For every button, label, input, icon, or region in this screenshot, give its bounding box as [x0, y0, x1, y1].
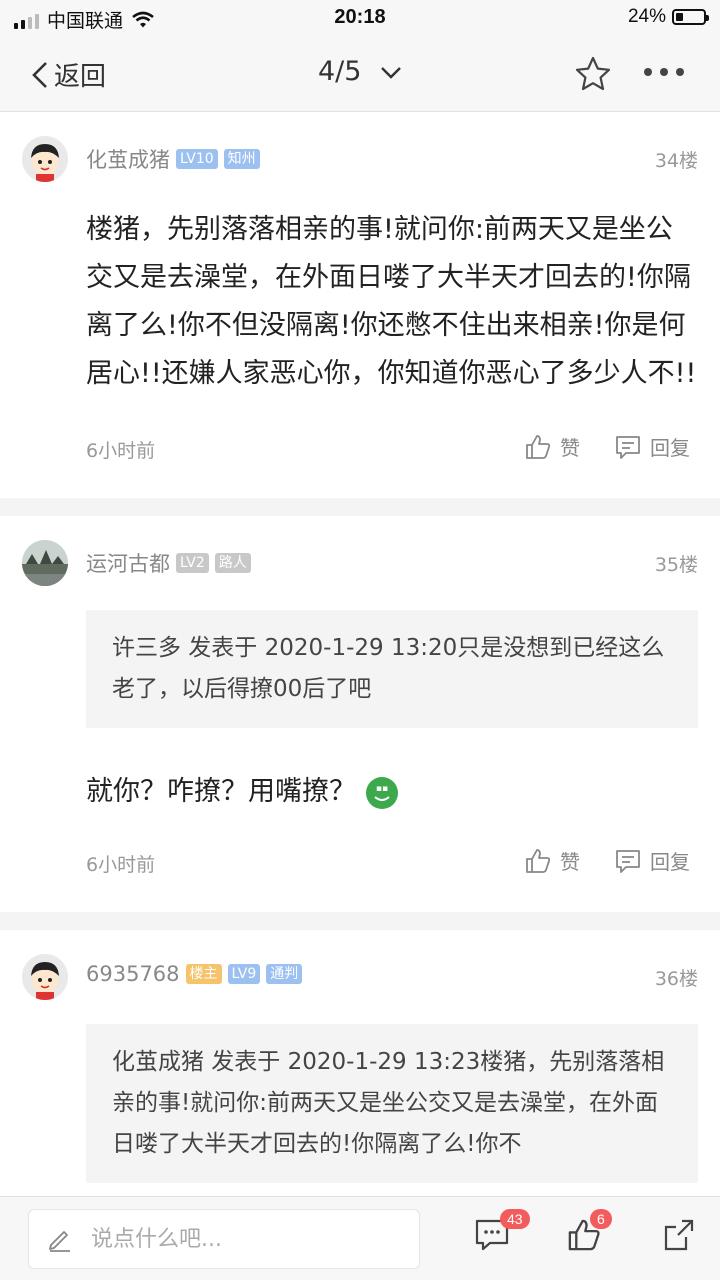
level-badge: LV9 — [227, 964, 261, 984]
reply-feed: 化茧成猪 LV10 知州 34楼 楼猪，先别落落相亲的事!就问你:前两天又是坐公… — [0, 112, 720, 1196]
comment-box[interactable] — [28, 1209, 420, 1269]
battery-percent: 24% — [627, 6, 666, 27]
like-button[interactable]: 赞 — [524, 432, 580, 461]
svg-text:▪▪: ▪▪ — [376, 784, 388, 794]
quoted-reply: 许三多 发表于 2020-1-29 13:20只是没想到已经这么老了，以后得撩0… — [86, 610, 698, 728]
level-badge: LV10 — [176, 149, 218, 169]
username[interactable]: 化茧成猪 — [86, 144, 170, 174]
title-badge: 路人 — [214, 553, 251, 573]
comment-count: 43 — [500, 1209, 530, 1229]
floor-number: 35楼 — [654, 554, 698, 576]
emoji-icon: ▪▪ — [366, 776, 398, 809]
reply-text: 就你？咋撩？用嘴撩？ — [86, 776, 356, 807]
reply-label: 回复 — [650, 436, 690, 460]
reply-content: 楼猪，先别落落相亲的事!就问你:前两天又是坐公交又是去澡堂，在外面日喽了大半天才… — [86, 214, 697, 389]
level-badge: LV2 — [176, 553, 209, 573]
post-time: 6小时前 — [86, 854, 156, 876]
title-badge: 知州 — [223, 149, 260, 169]
floor-number: 36楼 — [654, 968, 698, 990]
username[interactable]: 6935768 — [86, 962, 180, 986]
avatar[interactable] — [22, 136, 68, 182]
quoted-reply: 化茧成猪 发表于 2020-1-29 13:23楼猪，先别落落相亲的事!就问你:… — [86, 1024, 698, 1183]
reply-icon — [616, 849, 640, 873]
page-indicator: 4/5 — [317, 56, 362, 87]
status-right: 24% — [627, 6, 709, 28]
like-total-button[interactable]: 6 — [566, 1209, 612, 1257]
share-icon — [664, 1219, 694, 1251]
status-time: 20:18 — [334, 6, 386, 28]
reply-card: 6935768 楼主 LV9 通判 36楼 化茧成猪 发表于 2020-1-29… — [0, 930, 720, 1196]
like-button[interactable]: 赞 — [524, 846, 580, 875]
edit-icon — [49, 1231, 70, 1252]
title-badge: 通判 — [266, 964, 303, 984]
page-selector[interactable]: 4/5 — [0, 56, 720, 87]
bottom-bar: 43 6 — [0, 1196, 720, 1280]
like-label: 赞 — [560, 436, 580, 460]
battery-icon — [672, 9, 709, 25]
floor-number: 34楼 — [654, 150, 698, 172]
nav-bar: 返回 4/5 — [0, 36, 720, 112]
share-button[interactable] — [662, 1217, 696, 1257]
reply-label: 回复 — [650, 850, 690, 874]
reply-button[interactable]: 回复 — [614, 432, 690, 461]
like-icon — [526, 848, 551, 873]
reply-content: 就你？咋撩？用嘴撩？ ▪▪ — [22, 772, 698, 812]
dropdown-chevron-icon — [381, 66, 401, 79]
more-icon[interactable] — [644, 68, 684, 76]
like-count: 6 — [590, 1209, 612, 1229]
avatar[interactable] — [22, 954, 68, 1000]
like-label: 赞 — [560, 850, 580, 874]
like-icon — [526, 434, 551, 459]
status-bar: 中国联通 20:18 24% — [0, 0, 720, 36]
reply-card: 化茧成猪 LV10 知州 34楼 楼猪，先别落落相亲的事!就问你:前两天又是坐公… — [0, 112, 720, 498]
op-badge: 楼主 — [185, 964, 222, 984]
reply-button[interactable]: 回复 — [614, 846, 690, 875]
star-icon[interactable] — [574, 56, 612, 92]
comment-input[interactable] — [89, 1225, 393, 1253]
username[interactable]: 运河古都 — [86, 548, 170, 578]
avatar[interactable] — [22, 540, 68, 586]
comment-button[interactable]: 43 — [474, 1209, 530, 1257]
reply-card: 运河古都 LV2 路人 35楼 许三多 发表于 2020-1-29 13:20只… — [0, 516, 720, 912]
reply-icon — [616, 435, 640, 459]
post-time: 6小时前 — [86, 440, 156, 462]
